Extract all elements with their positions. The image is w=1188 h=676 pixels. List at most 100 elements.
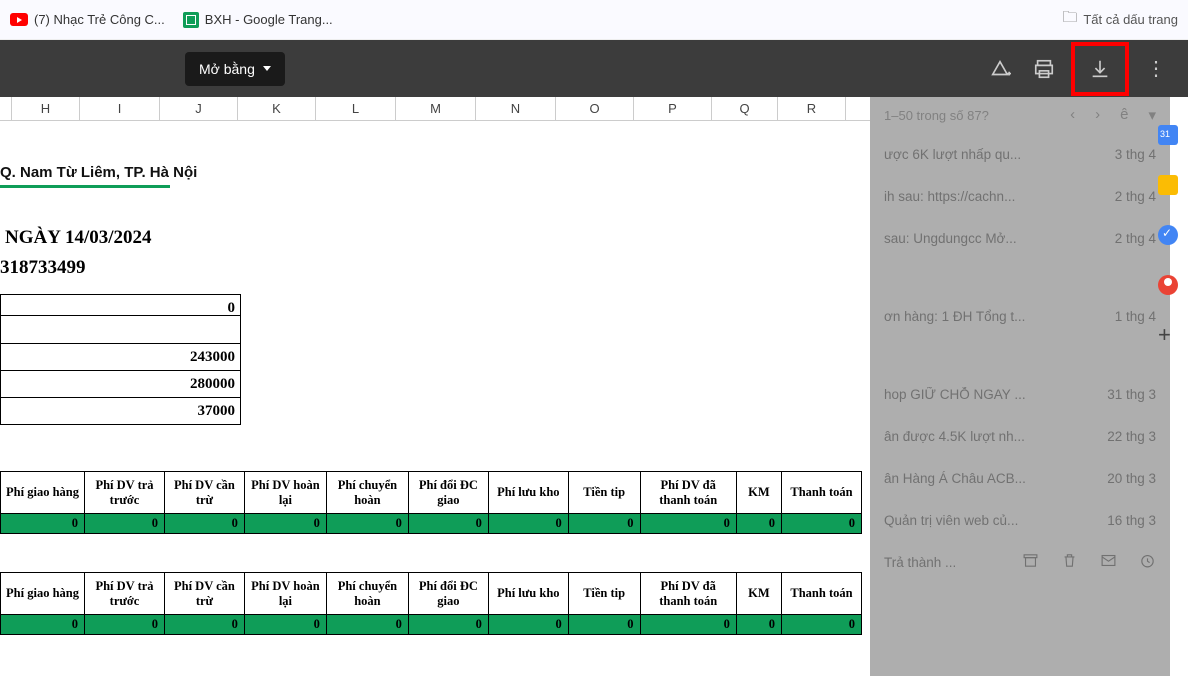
bookmark-label: (7) Nhạc Trẻ Công C...: [34, 12, 165, 27]
fee-header[interactable]: KM: [736, 573, 781, 615]
fee-cell[interactable]: 0: [736, 615, 781, 635]
delete-icon[interactable]: [1061, 552, 1078, 572]
fee-header[interactable]: Phí chuyển hoàn: [326, 573, 408, 615]
list-item[interactable]: ih sau: https://cachn...2 thg 4: [870, 175, 1170, 217]
fee-header[interactable]: Phí DV đã thanh toán: [640, 472, 736, 514]
fee-header[interactable]: Thanh toán: [781, 472, 861, 514]
next-page-icon[interactable]: ›: [1095, 106, 1100, 124]
list-item[interactable]: ơn hàng: 1 ĐH Tổng t...1 thg 4: [870, 295, 1170, 373]
column-header[interactable]: M: [396, 97, 476, 120]
add-shortcut-icon[interactable]: [983, 52, 1017, 86]
summary-cell[interactable]: [0, 316, 241, 344]
fee-cell[interactable]: 0: [408, 514, 488, 534]
list-item[interactable]: ân Hàng Á Châu ACB...20 thg 3: [870, 457, 1170, 499]
download-icon[interactable]: [1083, 52, 1117, 86]
fee-cell[interactable]: 0: [1, 615, 85, 635]
fee-cell[interactable]: 0: [326, 514, 408, 534]
column-header[interactable]: L: [316, 97, 396, 120]
address-text: Q. Nam Từ Liêm, TP. Hà Nội: [0, 164, 197, 181]
fee-header[interactable]: Tiền tip: [568, 472, 640, 514]
fee-cell[interactable]: 0: [326, 615, 408, 635]
fee-header[interactable]: Phí DV cần trừ: [164, 472, 244, 514]
column-header[interactable]: H: [12, 97, 80, 120]
summary-cell[interactable]: 280000: [0, 371, 241, 398]
fee-header[interactable]: Phí lưu kho: [488, 573, 568, 615]
column-header[interactable]: R: [778, 97, 846, 120]
add-addon-icon[interactable]: +: [1158, 325, 1178, 345]
prev-page-icon[interactable]: ‹: [1070, 106, 1075, 124]
column-header[interactable]: O: [556, 97, 634, 120]
side-addon-strip: +: [1152, 125, 1184, 345]
fee-cell[interactable]: 0: [85, 514, 165, 534]
fee-cell[interactable]: 0: [736, 514, 781, 534]
fee-header[interactable]: Phí chuyển hoàn: [326, 472, 408, 514]
fee-cell[interactable]: 0: [85, 615, 165, 635]
fee-header[interactable]: Tiền tip: [568, 573, 640, 615]
column-header[interactable]: I: [80, 97, 160, 120]
mail-icon[interactable]: [1100, 552, 1117, 572]
input-tool-label[interactable]: ê: [1120, 106, 1128, 124]
tasks-icon[interactable]: [1158, 225, 1178, 245]
fee-header[interactable]: Phí giao hàng: [1, 472, 85, 514]
fee-header[interactable]: KM: [736, 472, 781, 514]
pager-text: 1–50 trong số 87?: [884, 108, 989, 123]
summary-cell[interactable]: 243000: [0, 344, 241, 371]
contacts-icon[interactable]: [1158, 275, 1178, 295]
list-item[interactable]: Quản trị viên web củ...16 thg 3: [870, 499, 1170, 541]
summary-cell[interactable]: 0: [0, 294, 241, 316]
title-date: NGÀY 14/03/2024: [5, 227, 152, 249]
fee-table-2: Phí giao hàng Phí DV trả trước Phí DV cầ…: [0, 572, 862, 635]
calendar-icon[interactable]: [1158, 125, 1178, 145]
fee-header[interactable]: Thanh toán: [781, 573, 861, 615]
keep-icon[interactable]: [1158, 175, 1178, 195]
fee-cell[interactable]: 0: [408, 615, 488, 635]
column-header[interactable]: J: [160, 97, 238, 120]
list-item[interactable]: ược 6K lượt nhấp qu...3 thg 4: [870, 133, 1170, 175]
fee-cell[interactable]: 0: [640, 514, 736, 534]
fee-header[interactable]: Phí DV cần trừ: [164, 573, 244, 615]
bookmark-item-youtube[interactable]: (7) Nhạc Trẻ Công C...: [10, 12, 165, 27]
fee-cell[interactable]: 0: [781, 514, 861, 534]
list-item[interactable]: Trả thành ...: [870, 541, 1170, 583]
fee-cell[interactable]: 0: [781, 615, 861, 635]
fee-cell[interactable]: 0: [244, 615, 326, 635]
more-actions-icon[interactable]: ⋮: [1139, 52, 1173, 86]
fee-cell[interactable]: 0: [164, 514, 244, 534]
bookmark-item-sheets[interactable]: BXH - Google Trang...: [183, 12, 333, 28]
fee-header[interactable]: Phí đổi ĐC giao: [408, 472, 488, 514]
fee-cell[interactable]: 0: [568, 615, 640, 635]
fee-cell[interactable]: 0: [1, 514, 85, 534]
google-sheets-icon: [183, 12, 199, 28]
snooze-icon[interactable]: [1139, 552, 1156, 572]
fee-header[interactable]: Phí lưu kho: [488, 472, 568, 514]
column-header[interactable]: K: [238, 97, 316, 120]
list-item[interactable]: hop GIỮ CHỖ NGAY ...31 thg 3: [870, 373, 1170, 415]
fee-cell[interactable]: 0: [640, 615, 736, 635]
fee-header[interactable]: Phí DV trả trước: [85, 472, 165, 514]
list-item[interactable]: sau: Ungdungcc Mở...2 thg 4: [870, 217, 1170, 295]
open-with-button[interactable]: Mở bằng: [185, 52, 285, 86]
fee-header[interactable]: Phí đổi ĐC giao: [408, 573, 488, 615]
fee-header[interactable]: Phí DV hoàn lại: [244, 573, 326, 615]
fee-cell[interactable]: 0: [488, 514, 568, 534]
fee-header[interactable]: Phí giao hàng: [1, 573, 85, 615]
fee-header[interactable]: Phí DV trả trước: [85, 573, 165, 615]
all-bookmarks-button[interactable]: Tất cả dấu trang: [1062, 7, 1178, 32]
fee-cell[interactable]: 0: [488, 615, 568, 635]
fee-cell[interactable]: 0: [244, 514, 326, 534]
open-with-label: Mở bằng: [199, 61, 255, 77]
list-item[interactable]: ân được 4.5K lượt nh...22 thg 3: [870, 415, 1170, 457]
archive-icon[interactable]: [1022, 552, 1039, 572]
address-underline: [0, 185, 170, 188]
print-icon[interactable]: [1027, 52, 1061, 86]
chevron-down-icon[interactable]: ▾: [1148, 106, 1156, 124]
folder-icon: [1062, 7, 1077, 32]
fee-cell[interactable]: 0: [164, 615, 244, 635]
fee-header[interactable]: Phí DV đã thanh toán: [640, 573, 736, 615]
fee-header[interactable]: Phí DV hoàn lại: [244, 472, 326, 514]
column-header[interactable]: N: [476, 97, 556, 120]
summary-cell[interactable]: 37000: [0, 398, 241, 425]
fee-cell[interactable]: 0: [568, 514, 640, 534]
column-header[interactable]: Q: [712, 97, 778, 120]
column-header[interactable]: P: [634, 97, 712, 120]
